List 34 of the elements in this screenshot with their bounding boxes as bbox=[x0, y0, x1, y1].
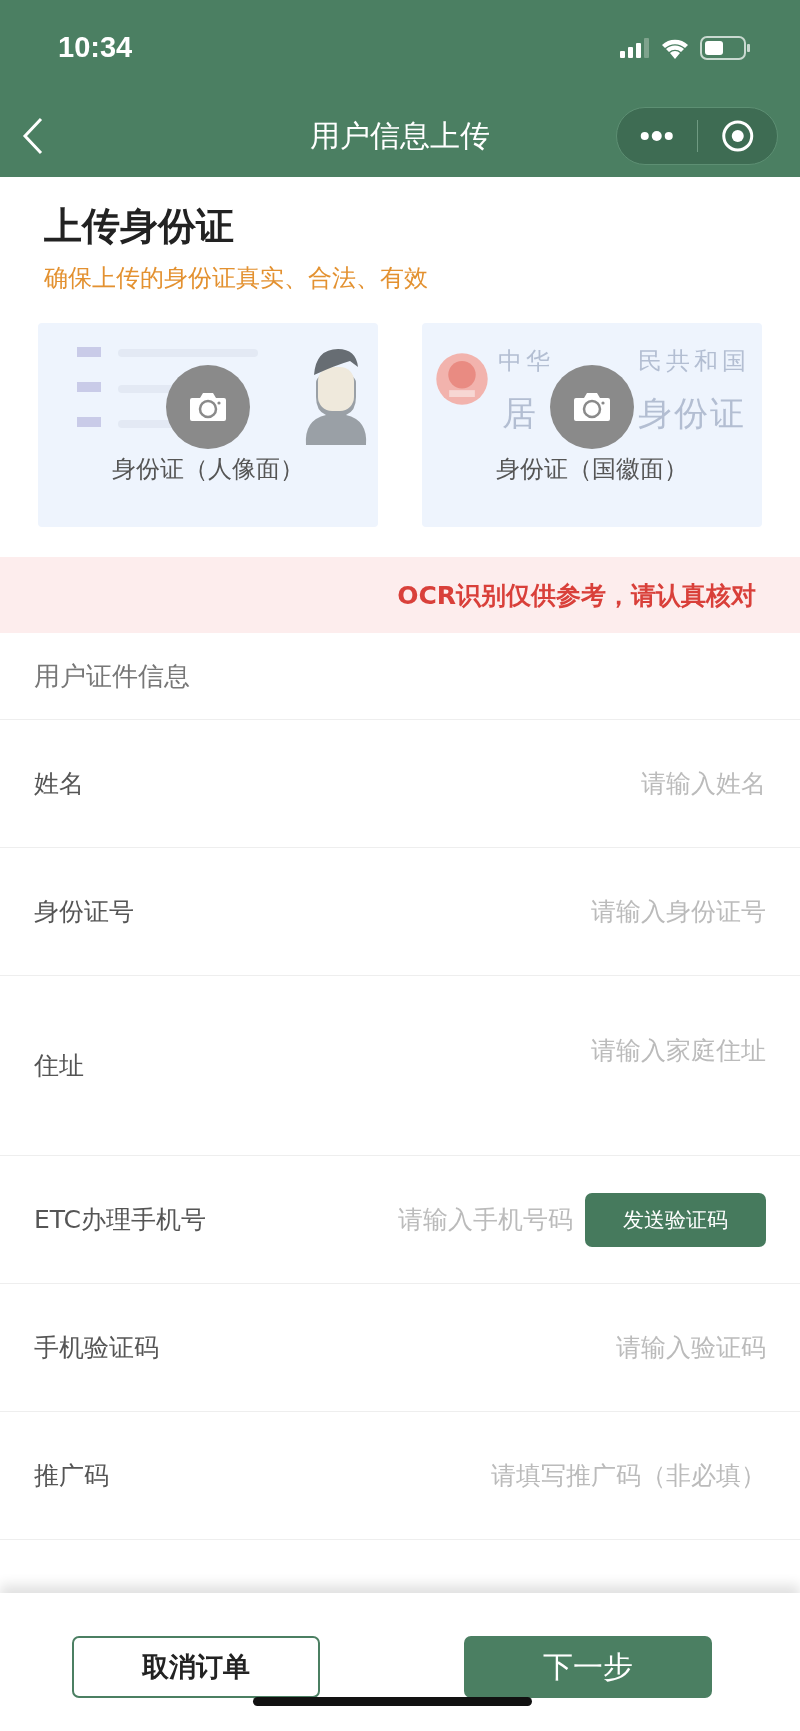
field-label: ETC办理手机号 bbox=[34, 1204, 207, 1236]
cancel-button[interactable]: 取消订单 bbox=[72, 1636, 320, 1698]
field-label: 身份证号 bbox=[34, 896, 134, 928]
field-label: 推广码 bbox=[34, 1460, 109, 1492]
notice-text: 确保上传的身份证真实、合法、有效 bbox=[44, 263, 429, 294]
card-text: 中华 bbox=[498, 346, 554, 377]
camera-icon bbox=[572, 391, 612, 423]
battery-icon bbox=[700, 35, 750, 60]
card-text: 民共和国 bbox=[638, 346, 750, 377]
input-field[interactable]: 请填写推广码（非必填） bbox=[121, 1461, 766, 1490]
section-heading: 上传身份证 bbox=[44, 203, 235, 250]
input-field[interactable]: 请输入验证码 bbox=[171, 1333, 766, 1362]
field-label: 住址 bbox=[34, 1050, 84, 1082]
section-title: 用户证件信息 bbox=[34, 659, 190, 693]
warning-text: OCR识别仅供参考，请认真核对 bbox=[397, 579, 756, 612]
camera-icon bbox=[188, 391, 228, 423]
back-icon[interactable] bbox=[22, 117, 44, 155]
page-title: 用户信息上传 bbox=[310, 117, 490, 153]
input-field[interactable]: 请输入身份证号 bbox=[146, 897, 766, 926]
field-label: 姓名 bbox=[34, 768, 84, 800]
card-label: 身份证（国徽面） bbox=[496, 454, 688, 485]
send-code-button[interactable]: 发送验证码 bbox=[585, 1192, 766, 1247]
clock: 10:34 bbox=[58, 31, 133, 64]
next-button[interactable]: 下一步 bbox=[464, 1636, 712, 1698]
field-label: 手机验证码 bbox=[34, 1332, 159, 1364]
card-label: 身份证（人像面） bbox=[112, 454, 304, 485]
input-field[interactable]: 请输入姓名 bbox=[96, 769, 766, 798]
card-text: 身份证 bbox=[638, 392, 746, 435]
card-text: 居 bbox=[502, 392, 536, 435]
phone-field[interactable]: 请输入手机号码 bbox=[218, 1205, 573, 1234]
address-field[interactable]: 请输入家庭住址 bbox=[96, 1034, 766, 1074]
id-card-upload[interactable]: 身份证（人像面） bbox=[38, 323, 378, 527]
id-card-upload[interactable]: 中华 民共和国 居 身份证 身份证（国徽面） bbox=[422, 323, 762, 527]
signal-icon bbox=[620, 37, 650, 58]
